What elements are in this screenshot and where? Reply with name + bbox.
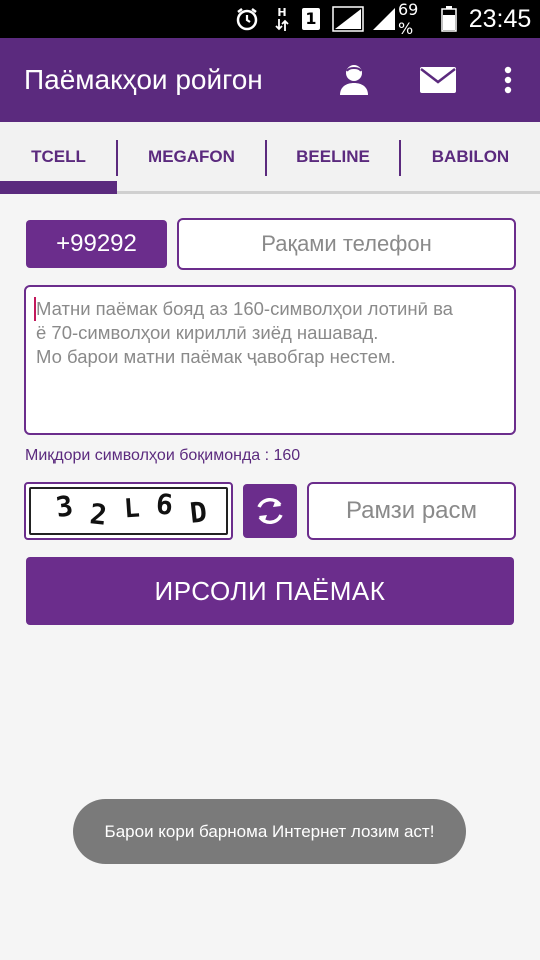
captcha-char: 2	[88, 497, 109, 532]
status-bar: H 1 69 % 23:45	[0, 0, 540, 38]
internet-required-toast: Барои кори барнома Интернет лозим аст!	[73, 799, 466, 864]
message-textarea[interactable]: Матни паёмак бояд аз 160-символҳои лотин…	[24, 285, 516, 435]
message-placeholder-line: Матни паёмак бояд аз 160-символҳои лотин…	[36, 298, 453, 319]
message-placeholder-line: ё 70-символҳои кириллӣ зиёд нашавад.	[36, 322, 379, 343]
tab-megafon[interactable]: MEGAFON	[118, 122, 265, 191]
signal-icon	[370, 6, 398, 32]
phone-number-input[interactable]: Рақами телефон	[177, 218, 516, 270]
signal-icon	[331, 6, 365, 32]
send-sms-button[interactable]: ИРСОЛИ ПАЁМАК	[26, 557, 514, 625]
battery-icon	[440, 6, 458, 32]
tab-indicator	[0, 181, 117, 194]
captcha-char: D	[188, 495, 209, 530]
text-cursor	[34, 297, 36, 321]
captcha-code-input[interactable]: Рамзи расм	[307, 482, 516, 540]
message-placeholder-line: Мо барои матни паёмак ҷавобгар нестем.	[36, 346, 396, 367]
tab-babilon[interactable]: BABILON	[401, 122, 540, 191]
battery-percent: 69 %	[398, 0, 419, 38]
alarm-icon	[232, 6, 262, 32]
remaining-characters-label: Миқдори символҳои боқимонда : 160	[25, 447, 301, 464]
envelope-icon[interactable]	[418, 60, 458, 100]
captcha-image: 3 2 L 6 D	[24, 482, 233, 540]
app-bar: Паёмакҳои ройгон	[0, 38, 540, 122]
refresh-icon	[257, 497, 283, 525]
status-time: 23:45	[468, 4, 532, 33]
sim-1-icon: 1	[300, 6, 322, 32]
tab-beeline[interactable]: BEELINE	[267, 122, 399, 191]
captcha-char: L	[122, 493, 141, 525]
more-vert-icon[interactable]	[488, 60, 528, 100]
data-arrows-icon: H	[272, 6, 292, 32]
person-icon[interactable]	[334, 60, 374, 100]
captcha-char: 6	[154, 487, 175, 522]
country-prefix-button[interactable]: +99292	[26, 220, 167, 268]
refresh-captcha-button[interactable]	[243, 484, 297, 538]
page-title: Паёмакҳои ройгон	[24, 64, 263, 95]
